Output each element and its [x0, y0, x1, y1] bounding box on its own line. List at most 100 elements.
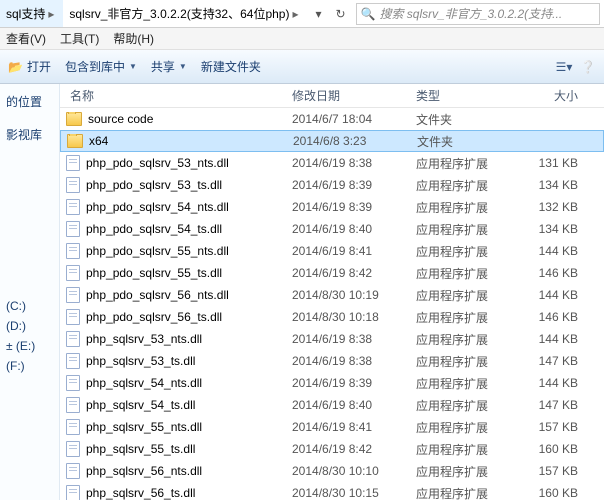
- table-row[interactable]: php_sqlsrv_54_nts.dll2014/6/19 8:39应用程序扩…: [60, 372, 604, 394]
- cell-date: 2014/6/7 18:04: [292, 112, 416, 126]
- file-name: php_sqlsrv_56_ts.dll: [86, 486, 195, 500]
- tool-include-library[interactable]: 包含到库中▼: [65, 58, 137, 75]
- table-row[interactable]: php_sqlsrv_53_ts.dll 2014/6/19 8:38应用程序扩展…: [60, 350, 604, 372]
- cell-name: php_sqlsrv_53_nts.dll: [60, 331, 292, 347]
- file-icon: [66, 199, 80, 215]
- sidebar-item-drive-c[interactable]: (C:): [2, 296, 57, 316]
- cell-name: php_sqlsrv_55_ts.dll: [60, 441, 292, 457]
- cell-type: 应用程序扩展: [416, 221, 516, 238]
- sidebar-item-views[interactable]: 影视库: [2, 123, 57, 146]
- cell-type: 应用程序扩展: [416, 419, 516, 436]
- tool-label: 共享: [151, 58, 175, 75]
- file-icon: [66, 221, 80, 237]
- table-row[interactable]: php_pdo_sqlsrv_53_nts.dll2014/6/19 8:38应…: [60, 152, 604, 174]
- address-bar: sql支持▸ sqlsrv_非官方_3.0.2.2(支持32、64位php)▸ …: [0, 0, 604, 28]
- cell-size: 160 KB: [516, 442, 588, 456]
- table-row[interactable]: php_pdo_sqlsrv_54_nts.dll2014/6/19 8:39应…: [60, 196, 604, 218]
- cell-date: 2014/6/8 3:23: [293, 134, 417, 148]
- file-name: php_sqlsrv_55_nts.dll: [86, 420, 202, 434]
- tool-label: 包含到库中: [65, 58, 125, 75]
- cell-type: 应用程序扩展: [416, 155, 516, 172]
- sidebar-item-drive-e[interactable]: ± (E:): [2, 336, 57, 356]
- sidebar-spacer: [2, 156, 57, 166]
- file-name: php_pdo_sqlsrv_53_ts.dll: [86, 178, 222, 192]
- cell-size: 132 KB: [516, 200, 588, 214]
- cell-size: 160 KB: [516, 486, 588, 500]
- table-row[interactable]: php_sqlsrv_56_ts.dll2014/8/30 10:15应用程序扩…: [60, 482, 604, 500]
- cell-name: php_sqlsrv_56_ts.dll: [60, 485, 292, 500]
- file-icon: [66, 287, 80, 303]
- table-row[interactable]: php_pdo_sqlsrv_56_ts.dll2014/8/30 10:18应…: [60, 306, 604, 328]
- col-date[interactable]: 修改日期: [292, 87, 416, 104]
- tool-share[interactable]: 共享▼: [151, 58, 187, 75]
- table-row[interactable]: php_pdo_sqlsrv_53_ts.dll2014/6/19 8:39应用…: [60, 174, 604, 196]
- breadcrumb-seg-1[interactable]: sql支持▸: [0, 0, 63, 27]
- cell-type: 应用程序扩展: [416, 375, 516, 392]
- col-name[interactable]: 名称: [60, 87, 292, 104]
- table-row[interactable]: php_sqlsrv_55_nts.dll2014/6/19 8:41应用程序扩…: [60, 416, 604, 438]
- tool-label: 新建文件夹: [201, 58, 261, 75]
- cell-name: php_sqlsrv_53_ts.dll: [60, 353, 292, 369]
- table-row[interactable]: source code2014/6/7 18:04文件夹: [60, 108, 604, 130]
- cell-size: 157 KB: [516, 464, 588, 478]
- menu-tools[interactable]: 工具(T): [60, 30, 99, 47]
- cell-size: 144 KB: [516, 244, 588, 258]
- table-row[interactable]: x642014/6/8 3:23文件夹: [60, 130, 604, 152]
- cell-size: 134 KB: [516, 222, 588, 236]
- table-row[interactable]: php_sqlsrv_56_nts.dll2014/8/30 10:10应用程序…: [60, 460, 604, 482]
- cell-date: 2014/6/19 8:39: [292, 376, 416, 390]
- cell-name: php_sqlsrv_56_nts.dll: [60, 463, 292, 479]
- cell-name: php_pdo_sqlsrv_55_ts.dll: [60, 265, 292, 281]
- cell-name: php_pdo_sqlsrv_54_ts.dll: [60, 221, 292, 237]
- table-row[interactable]: php_pdo_sqlsrv_54_ts.dll2014/6/19 8:40应用…: [60, 218, 604, 240]
- file-icon: [66, 155, 80, 171]
- cell-type: 文件夹: [417, 133, 517, 150]
- help-icon[interactable]: ❔: [580, 59, 596, 75]
- rows-host: source code2014/6/7 18:04文件夹x642014/6/8 …: [60, 108, 604, 500]
- folder-icon: [66, 112, 82, 126]
- cell-date: 2014/8/30 10:10: [292, 464, 416, 478]
- file-icon: [66, 441, 80, 457]
- file-name: php_sqlsrv_53_ts.dll: [86, 354, 195, 368]
- table-row[interactable]: php_pdo_sqlsrv_55_ts.dll2014/6/19 8:42应用…: [60, 262, 604, 284]
- table-row[interactable]: php_sqlsrv_54_ts.dll2014/6/19 8:40应用程序扩展…: [60, 394, 604, 416]
- cell-name: php_sqlsrv_54_ts.dll: [60, 397, 292, 413]
- file-name: php_pdo_sqlsrv_56_nts.dll: [86, 288, 229, 302]
- cell-name: php_sqlsrv_55_nts.dll: [60, 419, 292, 435]
- cell-name: php_pdo_sqlsrv_53_ts.dll: [60, 177, 292, 193]
- view-mode-button[interactable]: ☰▾: [556, 59, 572, 75]
- tool-open[interactable]: 📂打开: [8, 58, 51, 75]
- col-size[interactable]: 大小: [516, 87, 588, 104]
- file-name: php_sqlsrv_54_ts.dll: [86, 398, 195, 412]
- search-input[interactable]: 🔍搜索 sqlsrv_非官方_3.0.2.2(支持...: [356, 3, 601, 25]
- sidebar-item-drive-f[interactable]: (F:): [2, 356, 57, 376]
- sidebar-item-recent[interactable]: 的位置: [2, 90, 57, 113]
- breadcrumb-text: sqlsrv_非官方_3.0.2.2(支持32、64位php): [69, 5, 289, 22]
- cell-date: 2014/6/19 8:39: [292, 200, 416, 214]
- table-row[interactable]: php_sqlsrv_55_ts.dll2014/6/19 8:42应用程序扩展…: [60, 438, 604, 460]
- table-row[interactable]: php_pdo_sqlsrv_55_nts.dll2014/6/19 8:41应…: [60, 240, 604, 262]
- cell-size: 157 KB: [516, 420, 588, 434]
- tool-new-folder[interactable]: 新建文件夹: [201, 58, 261, 75]
- sidebar-item-drive-d[interactable]: (D:): [2, 316, 57, 336]
- cell-date: 2014/6/19 8:38: [292, 354, 416, 368]
- cell-type: 应用程序扩展: [416, 353, 516, 370]
- col-type[interactable]: 类型: [416, 87, 516, 104]
- dropdown-history-button[interactable]: ▾: [308, 3, 330, 25]
- menu-help[interactable]: 帮助(H): [113, 30, 154, 47]
- table-row[interactable]: php_pdo_sqlsrv_56_nts.dll2014/8/30 10:19…: [60, 284, 604, 306]
- cell-size: 144 KB: [516, 332, 588, 346]
- sidebar-spacer: [2, 266, 57, 276]
- menu-view[interactable]: 查看(V): [6, 30, 46, 47]
- cell-size: 147 KB: [516, 354, 588, 368]
- open-icon: 📂: [8, 60, 23, 74]
- file-name: php_pdo_sqlsrv_55_nts.dll: [86, 244, 229, 258]
- sidebar-spacer: [2, 236, 57, 246]
- table-row[interactable]: php_sqlsrv_53_nts.dll2014/6/19 8:38应用程序扩…: [60, 328, 604, 350]
- cell-type: 应用程序扩展: [416, 287, 516, 304]
- cell-date: 2014/6/19 8:38: [292, 332, 416, 346]
- sidebar-spacer: [2, 176, 57, 186]
- file-name: php_pdo_sqlsrv_54_ts.dll: [86, 222, 222, 236]
- breadcrumb-seg-2[interactable]: sqlsrv_非官方_3.0.2.2(支持32、64位php)▸: [63, 0, 307, 27]
- refresh-button[interactable]: ↻: [330, 3, 352, 25]
